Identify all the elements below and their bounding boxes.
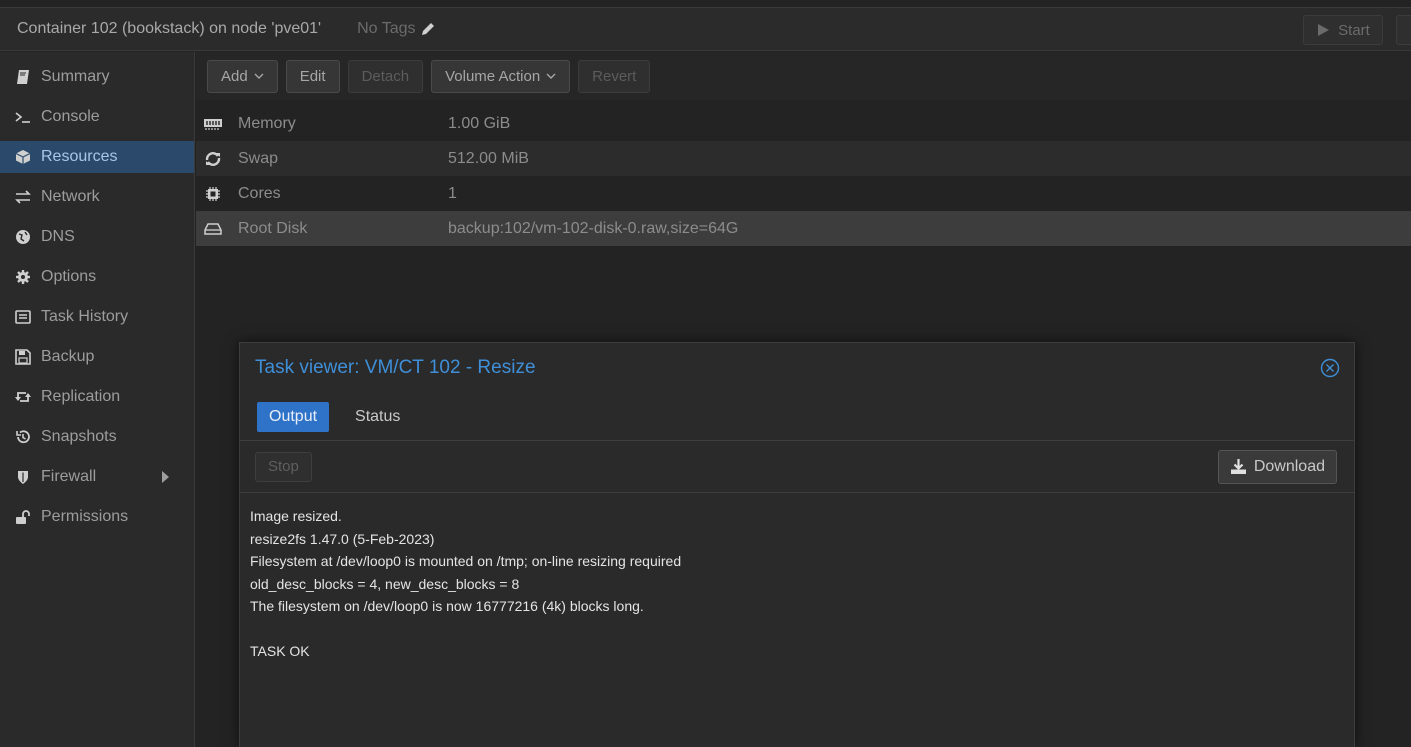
table-row[interactable]: Root Disk backup:102/vm-102-disk-0.raw,s…	[196, 211, 1411, 246]
book-icon	[15, 69, 31, 85]
sidebar-item-summary[interactable]: Summary	[0, 61, 194, 93]
more-actions-button[interactable]	[1396, 15, 1411, 45]
log-line: The filesystem on /dev/loop0 is now 1677…	[250, 598, 644, 614]
sidebar: Summary Console Resources Network DNS Op…	[0, 52, 195, 747]
sidebar-item-console[interactable]: Console	[0, 101, 194, 133]
sidebar-item-permissions[interactable]: Permissions	[0, 501, 194, 533]
edit-button[interactable]: Edit	[285, 59, 340, 93]
history-icon	[15, 429, 31, 445]
download-icon	[1230, 459, 1246, 474]
title-bar: Container 102 (bookstack) on node 'pve01…	[0, 7, 1411, 51]
expand-arrow-icon[interactable]	[162, 471, 169, 483]
table-row[interactable]: Swap 512.00 MiB	[196, 141, 1411, 176]
volume-action-button[interactable]: Volume Action	[431, 59, 571, 93]
log-line: TASK OK	[250, 643, 310, 659]
log-line: old_desc_blocks = 4, new_desc_blocks = 8	[250, 575, 520, 592]
close-icon[interactable]	[1320, 358, 1340, 378]
add-button[interactable]: Add	[207, 59, 278, 93]
dialog-tabs: Output Status	[240, 393, 1354, 441]
table-row[interactable]: Cores 1	[196, 176, 1411, 211]
sidebar-item-dns[interactable]: DNS	[0, 221, 194, 253]
dialog-toolbar: Stop Download	[240, 441, 1354, 493]
shield-icon	[15, 469, 31, 485]
globe-icon	[15, 229, 31, 245]
memory-icon	[202, 115, 224, 133]
play-icon	[1318, 24, 1330, 36]
chevron-down-icon	[546, 73, 556, 79]
log-line: Image resized.	[250, 508, 342, 524]
detach-button[interactable]: Detach	[347, 59, 424, 93]
gear-icon	[15, 269, 31, 285]
task-viewer-dialog: Task viewer: VM/CT 102 - Resize Output S…	[239, 342, 1355, 747]
exchange-icon	[15, 189, 31, 205]
hdd-icon	[202, 220, 224, 238]
sidebar-item-backup[interactable]: Backup	[0, 341, 194, 373]
retweet-icon	[15, 389, 31, 405]
start-button[interactable]: Start	[1303, 15, 1383, 45]
sidebar-item-snapshots[interactable]: Snapshots	[0, 421, 194, 453]
resources-grid: Memory 1.00 GiB Swap 512.00 MiB Cores 1 …	[196, 106, 1411, 246]
task-output-log: Image resized. resize2fs 1.47.0 (5-Feb-2…	[240, 493, 1354, 675]
unlock-icon	[15, 509, 31, 525]
pencil-icon[interactable]	[420, 21, 436, 37]
cube-icon	[15, 149, 31, 165]
stop-button[interactable]: Stop	[255, 451, 312, 482]
list-icon	[15, 309, 31, 325]
terminal-icon	[15, 109, 31, 125]
sidebar-item-network[interactable]: Network	[0, 181, 194, 213]
floppy-icon	[15, 349, 31, 365]
resources-toolbar: Add Edit Detach Volume Action Revert	[196, 52, 1411, 100]
tab-status[interactable]: Status	[343, 402, 412, 432]
sidebar-item-firewall[interactable]: Firewall	[0, 461, 194, 493]
chevron-down-icon	[254, 73, 264, 79]
sidebar-item-options[interactable]: Options	[0, 261, 194, 293]
tags-label: No Tags	[357, 20, 416, 37]
page-title: Container 102 (bookstack) on node 'pve01…	[17, 20, 322, 37]
table-row[interactable]: Memory 1.00 GiB	[196, 106, 1411, 141]
tab-output[interactable]: Output	[257, 401, 330, 432]
sidebar-item-task-history[interactable]: Task History	[0, 301, 194, 333]
sidebar-item-replication[interactable]: Replication	[0, 381, 194, 413]
dialog-title: Task viewer: VM/CT 102 - Resize	[255, 357, 536, 378]
download-button[interactable]: Download	[1217, 449, 1337, 484]
sidebar-item-resources[interactable]: Resources	[0, 141, 194, 173]
cpu-icon	[202, 185, 224, 203]
log-line: resize2fs 1.47.0 (5-Feb-2023)	[250, 530, 435, 547]
dialog-header: Task viewer: VM/CT 102 - Resize	[240, 343, 1354, 393]
tags-editor[interactable]: No Tags	[357, 20, 435, 38]
log-line: Filesystem at /dev/loop0 is mounted on /…	[250, 553, 682, 569]
revert-button[interactable]: Revert	[578, 59, 651, 93]
refresh-icon	[202, 150, 224, 168]
